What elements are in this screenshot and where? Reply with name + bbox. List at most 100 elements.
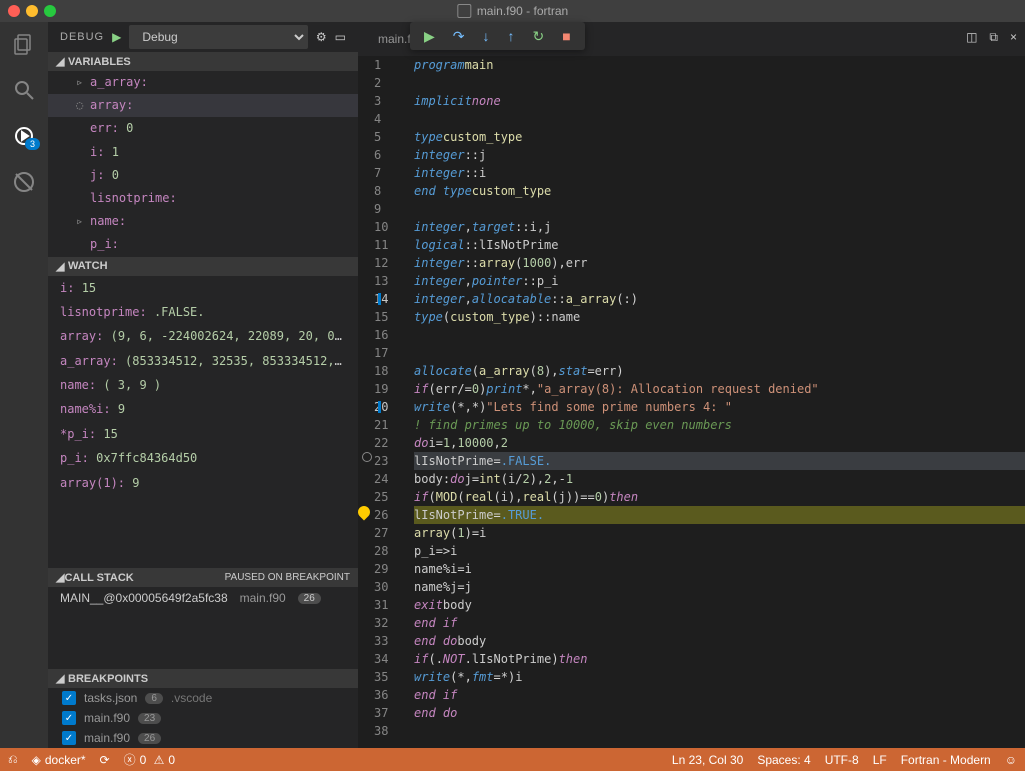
step-into-icon[interactable]: ↓ (483, 28, 490, 44)
code-line[interactable]: end if (414, 686, 1025, 704)
code-line[interactable]: integer, target :: i,j (414, 218, 1025, 236)
code-line[interactable]: if (err /= 0) print *, "a_array(8): Allo… (414, 380, 1025, 398)
remote-icon[interactable]: ⎌ (8, 752, 18, 767)
extensions-icon[interactable] (12, 170, 36, 194)
code-line[interactable] (414, 722, 1025, 740)
code-line[interactable]: name%j = j (414, 578, 1025, 596)
variable-row[interactable]: ◌array: (48, 94, 358, 117)
restart-icon[interactable]: ↻ (533, 28, 545, 45)
start-debug-icon[interactable]: ▶ (112, 30, 121, 44)
step-out-icon[interactable]: ↑ (508, 28, 515, 44)
code-line[interactable]: p_i => i (414, 542, 1025, 560)
breakpoint-row[interactable]: ✓main.f9023 (48, 708, 358, 728)
watch-row[interactable]: array: (9, 6, -224002624, 22089, 20, 0, … (48, 324, 358, 348)
indentation[interactable]: Spaces: 4 (757, 753, 810, 767)
code-line[interactable]: write(*,*) "Lets find some prime numbers… (414, 398, 1025, 416)
variables-section-header[interactable]: ◢VARIABLES (48, 52, 358, 71)
stop-icon[interactable]: ■ (562, 28, 570, 44)
watch-row[interactable]: name: ( 3, 9 ) (48, 373, 358, 397)
code-line[interactable]: lIsNotPrime = .FALSE. (414, 452, 1025, 470)
code-line[interactable]: if ( MOD(real(i),real(j))==0 ) then (414, 488, 1025, 506)
breakpoints-section-header[interactable]: ◢BREAKPOINTS (48, 669, 358, 688)
code-line[interactable]: logical :: lIsNotPrime (414, 236, 1025, 254)
code-line[interactable]: type(custom_type) :: name (414, 308, 1025, 326)
gear-icon[interactable]: ⚙ (316, 30, 327, 44)
code-line[interactable]: integer :: i (414, 164, 1025, 182)
close-window-dot[interactable] (8, 5, 20, 17)
watch-section-header[interactable]: ◢WATCH (48, 257, 358, 276)
breakpoint-checkbox[interactable]: ✓ (62, 731, 76, 745)
watch-row[interactable]: name%i: 9 (48, 397, 358, 421)
eol[interactable]: LF (873, 753, 887, 767)
feedback-icon[interactable]: ☺ (1005, 753, 1017, 767)
step-over-icon[interactable]: ↷ (453, 28, 465, 45)
code-line[interactable]: write(*, fmt=*) i (414, 668, 1025, 686)
continue-icon[interactable]: ▶ (424, 28, 435, 45)
source-control-icon[interactable]: ⟳ (100, 753, 110, 767)
code-line[interactable]: end do body (414, 632, 1025, 650)
code-line[interactable] (414, 74, 1025, 92)
code-line[interactable]: end do (414, 704, 1025, 722)
code-line[interactable] (414, 344, 1025, 362)
cursor-position[interactable]: Ln 23, Col 30 (672, 753, 743, 767)
breakpoint-row[interactable]: ✓tasks.json6.vscode (48, 688, 358, 708)
search-icon[interactable] (12, 78, 36, 102)
callstack-section-header[interactable]: ◢CALL STACK PAUSED ON BREAKPOINT (48, 568, 358, 587)
variable-row[interactable]: i: 1 (48, 141, 358, 164)
code-line[interactable]: lIsNotPrime = .TRUE. (414, 506, 1025, 524)
variable-row[interactable]: ▹a_array: (48, 71, 358, 94)
variable-row[interactable]: p_i: (48, 233, 358, 256)
minimize-window-dot[interactable] (26, 5, 38, 17)
watch-list: i: 15lisnotprime: .FALSE.array: (9, 6, -… (48, 276, 358, 496)
watch-row[interactable]: *p_i: 15 (48, 422, 358, 446)
code-line[interactable]: array(1) = i (414, 524, 1025, 542)
breakpoint-checkbox[interactable]: ✓ (62, 691, 76, 705)
close-editor-icon[interactable]: × (1010, 30, 1017, 45)
debug-console-icon[interactable]: ▭ (335, 30, 346, 44)
variable-row[interactable]: lisnotprime: (48, 187, 358, 210)
variable-row[interactable]: ▹name: (48, 210, 358, 233)
code-line[interactable] (414, 200, 1025, 218)
remote-name[interactable]: ◈ docker* (32, 753, 86, 767)
code-line[interactable] (414, 326, 1025, 344)
encoding[interactable]: UTF-8 (825, 753, 859, 767)
breakpoint-row[interactable]: ✓main.f9026 (48, 728, 358, 748)
code-line[interactable]: integer, allocatable :: a_array(:) (414, 290, 1025, 308)
watch-row[interactable]: i: 15 (48, 276, 358, 300)
code-line[interactable]: if (.NOT.lIsNotPrime) then (414, 650, 1025, 668)
code-line[interactable]: integer :: j (414, 146, 1025, 164)
watch-row[interactable]: p_i: 0x7ffc84364d50 (48, 446, 358, 470)
breakpoint-glyph[interactable] (362, 452, 372, 462)
watch-row[interactable]: a_array: (853334512, 32535, 853334512, 3… (48, 349, 358, 373)
code-line[interactable]: end type custom_type (414, 182, 1025, 200)
code-line[interactable] (414, 110, 1025, 128)
stack-frame[interactable]: MAIN__@0x00005649f2a5fc38 main.f90 26 (48, 587, 358, 609)
watch-row[interactable]: array(1): 9 (48, 471, 358, 495)
maximize-window-dot[interactable] (44, 5, 56, 17)
code-line[interactable]: allocate(a_array(8), stat=err) (414, 362, 1025, 380)
code-line[interactable]: implicit none (414, 92, 1025, 110)
breakpoint-checkbox[interactable]: ✓ (62, 711, 76, 725)
files-icon[interactable] (12, 32, 36, 56)
split-editor-icon[interactable]: ◫ (966, 30, 977, 45)
debug-config-select[interactable]: Debug (129, 25, 308, 49)
variable-row[interactable]: j: 0 (48, 164, 358, 187)
debug-icon[interactable]: 3 (12, 124, 36, 148)
code-line[interactable]: ! find primes up to 10000, skip even num… (414, 416, 1025, 434)
code-line[interactable]: type custom_type (414, 128, 1025, 146)
code-area[interactable]: 1234567891011121314151617181920212223242… (358, 56, 1025, 748)
more-icon[interactable]: ⧉ (989, 30, 998, 45)
code-line[interactable]: do i = 1, 10000, 2 (414, 434, 1025, 452)
code-line[interactable]: exit body (414, 596, 1025, 614)
code-line[interactable]: integer :: array(1000), err (414, 254, 1025, 272)
code-line[interactable]: integer , pointer :: p_i (414, 272, 1025, 290)
code-line[interactable]: program main (414, 56, 1025, 74)
variable-row[interactable]: err: 0 (48, 117, 358, 140)
watch-row[interactable]: lisnotprime: .FALSE. (48, 300, 358, 324)
code-line[interactable]: name%i = i (414, 560, 1025, 578)
code-line[interactable]: end if (414, 614, 1025, 632)
problems-status[interactable]: ⓧ 0 ⚠ 0 (124, 751, 175, 768)
editor: main.f9 ▶ ↷ ↓ ↑ ↻ ■ ◫ ⧉ × 12345678910111… (358, 22, 1025, 748)
language-mode[interactable]: Fortran - Modern (901, 753, 991, 767)
code-line[interactable]: body: do j = int(i/2),2,-1 (414, 470, 1025, 488)
